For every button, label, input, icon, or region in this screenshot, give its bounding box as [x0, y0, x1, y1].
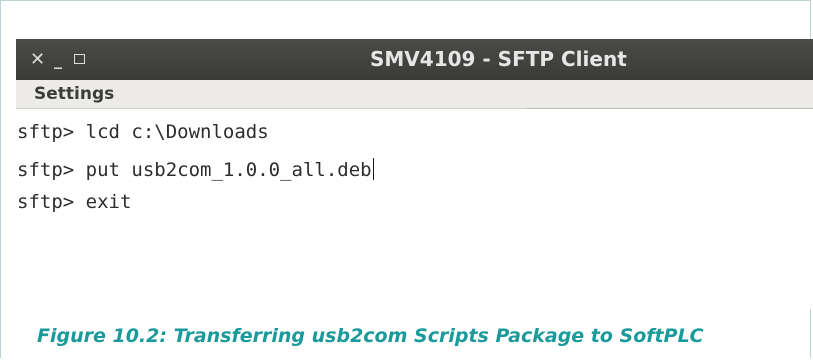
terminal-line: sftp> exit	[17, 191, 131, 213]
window-title: SMV4109 - SFTP Client	[370, 47, 627, 71]
figure-caption: Figure 10.2: Transferring usb2com Script…	[37, 325, 704, 347]
menu-item-settings[interactable]: Settings	[34, 82, 114, 107]
close-button[interactable]: ✕	[30, 39, 45, 80]
minimize-button[interactable]: _	[54, 39, 62, 80]
title-bar: ✕ _ SMV4109 - SFTP Client	[16, 39, 813, 80]
sftp-client-window: ✕ _ SMV4109 - SFTP Client Settings sftp>…	[16, 39, 813, 309]
terminal-line-text: sftp> put usb2com_1.0.0_all.deb	[17, 159, 372, 181]
text-cursor	[372, 158, 374, 180]
terminal-line: sftp> put usb2com_1.0.0_all.deb	[17, 158, 374, 181]
maximize-button[interactable]	[74, 54, 85, 64]
terminal-line-text: sftp> lcd c:\Downloads	[17, 121, 269, 143]
terminal-area[interactable]: sftp> lcd c:\Downloads sftp> put usb2com…	[16, 109, 813, 309]
menu-bar: Settings	[16, 80, 813, 109]
terminal-line-text: sftp> exit	[17, 191, 132, 213]
terminal-line: sftp> lcd c:\Downloads	[17, 121, 269, 143]
